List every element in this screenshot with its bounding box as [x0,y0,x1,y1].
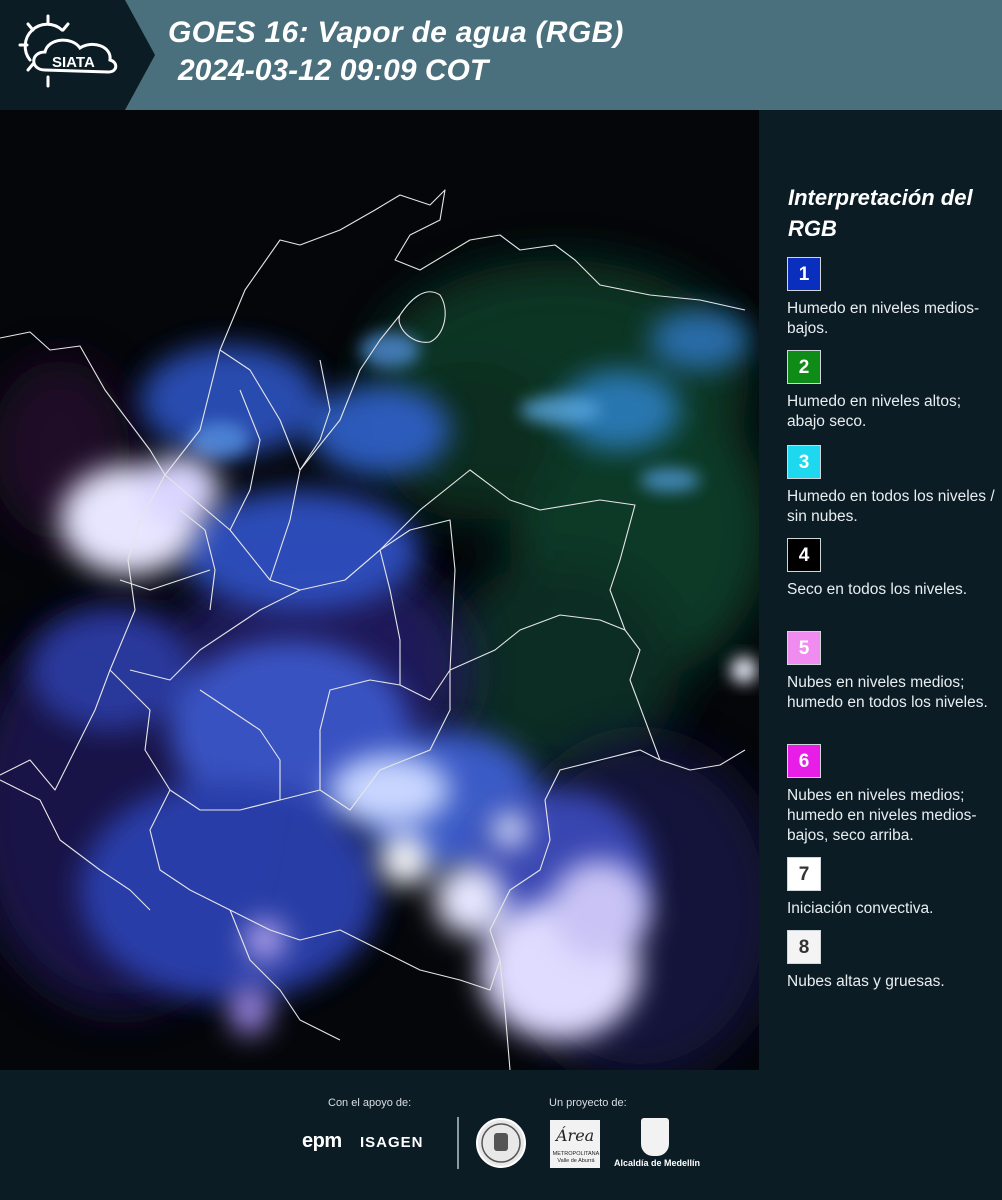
legend-description: Seco en todos los niveles. [787,581,968,598]
legend-item-2: 2 Humedo en niveles altos; abajo seco. [787,350,997,432]
footer-bar: Con el apoyo de: Un proyecto de: epm ISA… [0,1070,1002,1200]
legend-description: Nubes en niveles medios; humedo en todos… [787,674,988,711]
page-title: GOES 16: Vapor de agua (RGB) [168,16,624,49]
legend-description: Nubes en niveles medios; humedo en nivel… [787,787,977,844]
legend-swatch: 7 [787,857,821,891]
area-logo-word: Área [556,1126,595,1145]
header-bar: SIATA GOES 16: Vapor de agua (RGB) 2024-… [0,0,1002,110]
satellite-image [0,110,759,1070]
siata-logo: SIATA [0,0,155,110]
legend-item-4: 4 Seco en todos los niveles. [787,538,997,600]
medellin-seal-logo [476,1118,526,1168]
legend-swatch: 8 [787,930,821,964]
support-label: Con el apoyo de: [328,1097,412,1109]
legend-swatch: 5 [787,631,821,665]
project-label: Un proyecto de: [549,1097,627,1109]
legend-swatch: 2 [787,350,821,384]
satellite-map [0,110,759,1070]
timestamp: 2024-03-12 09:09 COT [178,54,489,87]
legend-description: Humedo en todos los niveles / sin nubes. [787,488,995,525]
legend-swatch: 4 [787,538,821,572]
legend-title: Interpretación del RGB [788,185,973,241]
legend-swatch: 6 [787,744,821,778]
legend-description: Iniciación convectiva. [787,900,934,917]
legend-item-6: 6 Nubes en niveles medios; humedo en niv… [787,744,997,846]
legend-description: Humedo en niveles altos; abajo seco. [787,393,962,430]
legend-item-5: 5 Nubes en niveles medios; humedo en tod… [787,631,997,713]
legend-description: Nubes altas y gruesas. [787,973,945,990]
legend-item-7: 7 Iniciación convectiva. [787,857,997,919]
legend-swatch: 1 [787,257,821,291]
footer-divider [457,1117,459,1169]
legend-item-1: 1 Humedo en niveles medios-bajos. [787,257,997,339]
alcaldia-crest-icon [641,1118,669,1156]
legend-panel: Interpretación del RGB 1 Humedo en nivel… [759,110,1002,1070]
legend-item-8: 8 Nubes altas y gruesas. [787,930,997,992]
isagen-logo: ISAGEN [360,1134,424,1151]
alcaldia-logo-text: Alcaldía de Medellín [613,1158,701,1168]
siata-logo-text: SIATA [52,54,95,71]
area-logo-sub: METROPOLITANA Valle de Aburrá [552,1151,600,1164]
epm-logo: epm [302,1130,342,1152]
legend-swatch: 3 [787,445,821,479]
legend-description: Humedo en niveles medios-bajos. [787,300,980,337]
area-metropolitana-logo: Área METROPOLITANA Valle de Aburrá [550,1120,600,1168]
legend-item-3: 3 Humedo en todos los niveles / sin nube… [787,445,997,527]
